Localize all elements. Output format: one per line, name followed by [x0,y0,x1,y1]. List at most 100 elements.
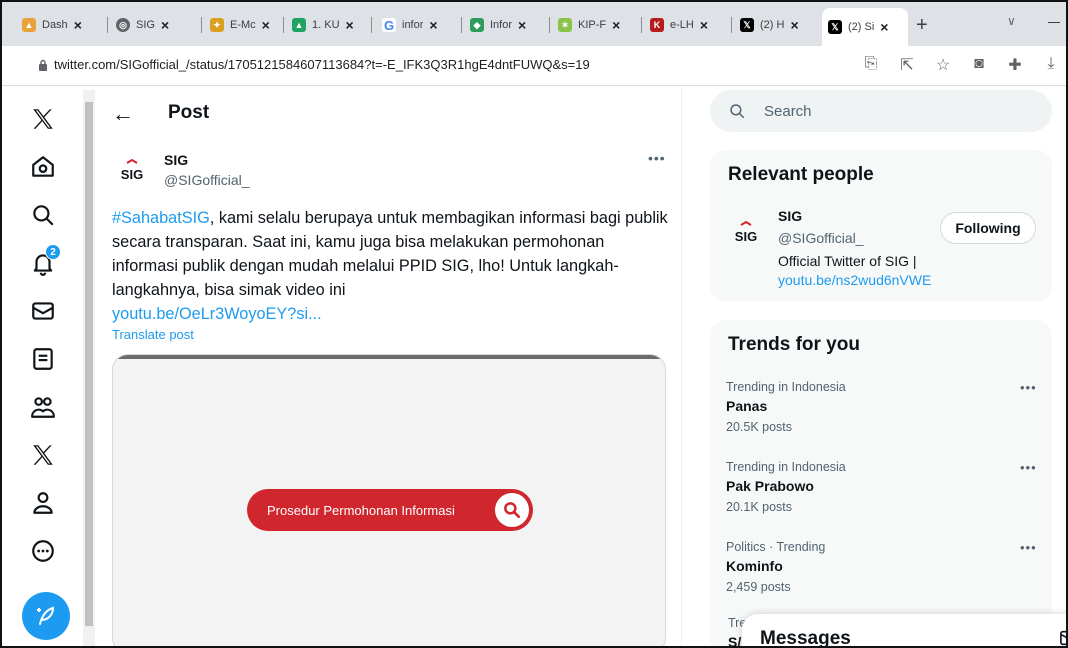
tab-x-home[interactable]: 𝕏 (2) H × [734,8,820,42]
more-options-icon[interactable]: ••• [1020,460,1037,475]
nav-explore[interactable] [28,200,58,230]
search-icon [495,493,529,527]
hashtag-link[interactable]: #SahabatSIG [112,209,210,227]
tab-sig[interactable]: ◎ SIG × [110,8,202,42]
relevant-people-card: Relevant people SIG SIG @SIGofficial_ Of… [710,150,1052,302]
x-logo-icon [33,109,53,129]
tab-elhkpn[interactable]: K e-LH × [644,8,732,42]
sig-logo-icon: SIG [121,158,143,182]
trends-card: Trends for you Trending in Indonesia Pan… [710,320,1052,646]
nav-lists[interactable] [28,344,58,374]
profile-icon [33,492,53,514]
following-button[interactable]: Following [940,212,1036,244]
feather-icon [37,606,55,625]
dashboard-icon: ▲ [22,18,36,32]
close-icon[interactable]: × [429,18,437,32]
avatar[interactable]: SIG [728,216,764,252]
nav-communities[interactable] [28,392,58,422]
x-premium-icon [33,445,53,465]
x-logo-icon: 𝕏 [740,18,754,32]
close-icon[interactable]: × [612,18,620,32]
nav-messages[interactable] [28,296,58,326]
tab-bar: ▲ Dash × ◎ SIG × ✦ E-Mc × ▲ 1. KU × G in… [2,2,1066,46]
close-icon[interactable]: × [880,20,888,34]
more-circle-icon [32,540,54,562]
scrollbar-thumb[interactable] [85,102,93,626]
lock-icon [39,59,47,71]
install-app-icon[interactable]: ⎘ [862,55,880,75]
trend-item[interactable]: Politics · Trending Kominfo 2,459 posts … [710,540,1052,620]
trends-title: Trends for you [728,334,860,355]
translate-post-link[interactable]: Translate post [112,327,194,342]
nav-profile[interactable] [28,488,58,518]
tab-kip[interactable]: ✶ KIP-F × [552,8,642,42]
more-options-icon[interactable]: ••• [1020,380,1037,395]
ppid-icon: ◆ [470,18,484,32]
home-icon [32,156,54,177]
close-icon[interactable]: × [346,18,354,32]
tab-dash[interactable]: ▲ Dash × [16,8,108,42]
svg-text:SIG: SIG [735,229,757,244]
extensions-icon[interactable]: ✚ [1006,55,1024,75]
back-arrow-icon[interactable]: ← [112,101,134,127]
x-logo-link[interactable] [28,104,58,134]
url-text[interactable]: twitter.com/SIGofficial_/status/17051215… [54,57,590,72]
notification-badge: 2 [45,244,61,260]
tab-x-post[interactable]: 𝕏 (2) Si × [822,8,908,46]
tab-search-icon[interactable]: ∨ [1007,14,1016,28]
search-placeholder: Search [764,103,812,120]
close-icon[interactable]: × [262,18,270,32]
main-column: ← Post SIG SIG @SIGofficial_ ••• #Sahaba… [96,88,682,646]
close-icon[interactable]: × [700,18,708,32]
tab-ppid[interactable]: ◆ Infor × [464,8,550,42]
page-title: Post [168,102,210,123]
garuda-icon: ✦ [210,18,224,32]
kip-icon: ✶ [558,18,572,32]
media-banner-label: Prosedur Permohonan Informasi [267,502,455,518]
person-name[interactable]: SIG [778,208,802,224]
avatar[interactable]: SIG [114,154,150,190]
share-icon[interactable]: ⇱ [898,55,916,75]
tab-drive[interactable]: ▲ 1. KU × [286,8,372,42]
video-link[interactable]: youtu.be/OeLr3WoyoEY?si... [112,305,322,323]
address-bar[interactable]: twitter.com/SIGofficial_/status/17051215… [2,46,1066,86]
nav-home[interactable] [28,152,58,182]
tab-google[interactable]: G infor × [376,8,462,42]
person-handle[interactable]: @SIGofficial_ [778,230,864,246]
close-icon[interactable]: × [518,18,526,32]
search-input[interactable]: Search [710,90,1052,132]
nav-premium[interactable] [28,440,58,470]
google-icon: G [382,17,396,33]
browser-window: ▲ Dash × ◎ SIG × ✦ E-Mc × ▲ 1. KU × G in… [0,0,1068,648]
close-icon[interactable]: × [161,18,169,32]
close-icon[interactable]: × [74,18,82,32]
post-header: ← Post [96,88,682,138]
new-tab-icon[interactable]: + [916,14,928,37]
right-sidebar: Search Relevant people SIG SIG @SIGoffic… [684,88,1066,646]
compose-post-button[interactable] [22,592,70,640]
trend-item[interactable]: Trending in Indonesia Pak Prabowo 20.1K … [710,460,1052,540]
more-options-icon[interactable]: ••• [648,150,666,166]
trend-item-partial-name: S/ [728,634,742,648]
sig-logo-icon: SIG [735,220,757,244]
post-text: #SahabatSIG, kami selalu berupaya untuk … [112,206,672,326]
bio-link[interactable]: youtu.be/ns2wud6nVWE [778,272,931,288]
drive-icon: ▲ [292,18,306,32]
download-icon[interactable]: ⤓ [1042,55,1060,75]
communities-icon [31,397,55,418]
trend-item[interactable]: Trending in Indonesia Panas 20.5K posts … [710,380,1052,460]
author-name[interactable]: SIG [164,152,188,168]
more-options-icon[interactable]: ••• [1020,540,1037,555]
camera-icon[interactable]: ◙ [970,55,988,75]
messages-drawer[interactable]: Messages [742,614,1068,646]
minimize-icon[interactable] [1048,22,1060,23]
author-handle[interactable]: @SIGofficial_ [164,172,250,188]
bookmark-star-icon[interactable]: ☆ [934,55,952,75]
nav-more[interactable] [28,536,58,566]
tab-emc[interactable]: ✦ E-Mc × [204,8,284,42]
address-actions: ⎘ ⇱ ☆ ◙ ✚ ⤓ [862,55,1060,75]
new-message-icon[interactable] [1060,630,1068,646]
close-icon[interactable]: × [790,18,798,32]
post-media[interactable]: Prosedur Permohonan Informasi [112,354,666,646]
nav-notifications[interactable]: 2 [28,244,61,278]
